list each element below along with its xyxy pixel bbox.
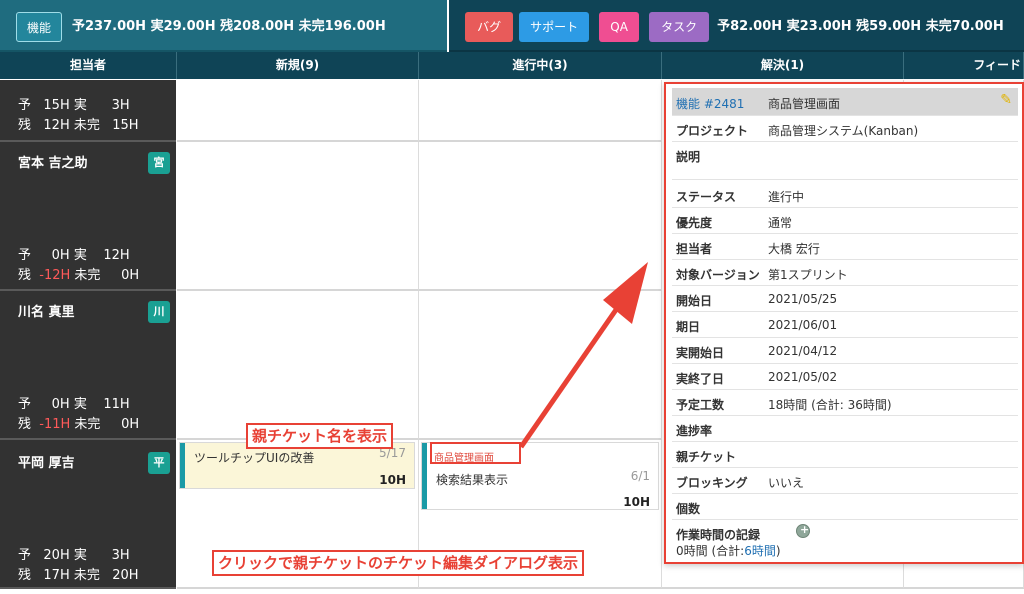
qa-tag[interactable]: QA bbox=[599, 12, 640, 42]
ticket-id-link[interactable]: 機能 #2481 bbox=[676, 95, 744, 112]
worklog-total: 0時間 (合計:6時間) bbox=[676, 544, 781, 558]
assignee-row-kawana: 川名 真里 川 予 0H 実 11H 残 -11H 未完 0H bbox=[0, 291, 176, 440]
bug-tag[interactable]: バグ bbox=[465, 12, 514, 42]
detail-row-status: ステータス 進行中 bbox=[672, 182, 1018, 208]
assignee-name: 川名 真里 bbox=[18, 305, 75, 320]
assignee-avatar: 平 bbox=[148, 452, 170, 474]
assignee-avatar: 川 bbox=[148, 301, 170, 323]
annotation-parent-name: 親チケット名を表示 bbox=[246, 423, 394, 449]
column-header-new: 新規(9) bbox=[177, 52, 419, 79]
column-header-in-progress: 進行中(3) bbox=[419, 52, 662, 79]
planned-actual-line: 予 0H 実 12H bbox=[18, 248, 130, 263]
remaining-line: 残 -12H 未完 0H bbox=[18, 268, 140, 283]
assignee-row-unassigned: 予 15H 実 3H 残 12H 未完 15H bbox=[0, 80, 176, 142]
card-hours: 10H bbox=[623, 495, 650, 509]
remaining-line: 残 -11H 未完 0H bbox=[18, 417, 140, 432]
summary-bar: 機能 予237.00H 実29.00H 残208.00H 未完196.00H バ… bbox=[0, 0, 1024, 52]
detail-row-progress: 進捗率 bbox=[672, 416, 1018, 442]
cell-inprogress-row3[interactable] bbox=[419, 291, 662, 440]
detail-row-due-date: 期日 2021/06/01 bbox=[672, 312, 1018, 338]
detail-row-worklog: 作業時間の記録 0時間 (合計:6時間) + bbox=[676, 523, 810, 558]
planned-actual-line: 予 0H 実 11H bbox=[18, 397, 130, 412]
card-accent bbox=[180, 443, 185, 488]
detail-row-assignee: 担当者 大橋 宏行 bbox=[672, 234, 1018, 260]
detail-row-estimated-hours: 予定工数 18時間 (合計: 36時間) bbox=[672, 390, 1018, 416]
feature-tag[interactable]: 機能 bbox=[16, 12, 62, 42]
support-tag[interactable]: サポート bbox=[519, 12, 590, 42]
remaining-line: 残 17H 未完 20H bbox=[18, 568, 139, 583]
detail-row-start-date: 開始日 2021/05/25 bbox=[672, 286, 1018, 312]
kanban-board-screen: 機能 予237.00H 実29.00H 残208.00H 未完196.00H バ… bbox=[0, 0, 1024, 594]
assignee-row-miyamoto: 宮本 吉之助 宮 予 0H 実 12H 残 -12H 未完 0H bbox=[0, 142, 176, 291]
remaining-line: 残 12H 未完 15H bbox=[18, 118, 139, 133]
detail-row-priority: 優先度 通常 bbox=[672, 208, 1018, 234]
annotation-click-hint: クリックで親チケットのチケット編集ダイアログ表示 bbox=[212, 550, 585, 576]
detail-row-parent-ticket: 親チケット bbox=[672, 442, 1018, 468]
other-summary: バグ サポート QA タスク 予82.00H 実23.00H 残59.00H 未… bbox=[449, 0, 1024, 52]
column-header-feedback: フィード bbox=[904, 52, 1024, 79]
parent-label-highlight bbox=[430, 442, 521, 464]
planned-actual-line: 予 15H 実 3H bbox=[18, 98, 130, 113]
cell-new-row2[interactable] bbox=[177, 142, 419, 291]
planned-actual-line: 予 20H 実 3H bbox=[18, 548, 130, 563]
column-header-resolved: 解決(1) bbox=[662, 52, 904, 79]
card-count: 6/1 bbox=[630, 469, 650, 483]
cell-inprogress-row1[interactable] bbox=[419, 80, 662, 142]
card-hours: 10H bbox=[379, 473, 406, 487]
detail-row-actual-end: 実終了日 2021/05/02 bbox=[672, 364, 1018, 390]
detail-row-actual-start: 実開始日 2021/04/12 bbox=[672, 338, 1018, 364]
add-worklog-icon[interactable]: + bbox=[796, 523, 810, 538]
detail-header: 機能 #2481 商品管理画面 ✎ bbox=[672, 88, 1018, 116]
detail-row-version: 対象バージョン 第1スプリント bbox=[672, 260, 1018, 286]
card-title: 検索結果表示 bbox=[436, 473, 509, 487]
other-stats: 予82.00H 実23.00H 残59.00H 未完70.00H bbox=[717, 19, 1004, 34]
detail-row-count: 個数 bbox=[672, 494, 1018, 520]
assignee-name: 宮本 吉之助 bbox=[18, 156, 88, 171]
cell-new-row3[interactable] bbox=[177, 291, 419, 440]
cell-new-row1[interactable] bbox=[177, 80, 419, 142]
assignee-avatar: 宮 bbox=[148, 152, 170, 174]
assignee-name: 平岡 厚吉 bbox=[18, 456, 75, 471]
worklog-total-link[interactable]: 6時間 bbox=[744, 544, 776, 558]
ticket-detail-popup: 機能 #2481 商品管理画面 ✎ プロジェクト 商品管理システム(Kanban)… bbox=[664, 82, 1024, 564]
detail-row-blocking: ブロッキング いいえ bbox=[672, 468, 1018, 494]
card-title: ツールチップUIの改善 bbox=[194, 451, 315, 465]
column-header-assignee: 担当者 bbox=[0, 52, 177, 79]
ticket-subject: 商品管理画面 bbox=[768, 97, 841, 111]
feature-summary: 機能 予237.00H 実29.00H 残208.00H 未完196.00H bbox=[0, 0, 448, 52]
assignee-row-hiraoka: 平岡 厚吉 平 予 20H 実 3H 残 17H 未完 20H bbox=[0, 440, 176, 589]
pencil-icon[interactable]: ✎ bbox=[1000, 92, 1012, 108]
cell-inprogress-row2[interactable] bbox=[419, 142, 662, 291]
detail-row-project: プロジェクト 商品管理システム(Kanban) bbox=[672, 116, 1018, 142]
task-tag[interactable]: タスク bbox=[649, 12, 710, 42]
feature-stats: 予237.00H 実29.00H 残208.00H 未完196.00H bbox=[72, 19, 386, 34]
ticket-card[interactable]: ツールチップUIの改善 5/17 10H bbox=[179, 442, 415, 489]
card-accent bbox=[422, 443, 427, 509]
detail-row-description: 説明 bbox=[672, 142, 1018, 180]
